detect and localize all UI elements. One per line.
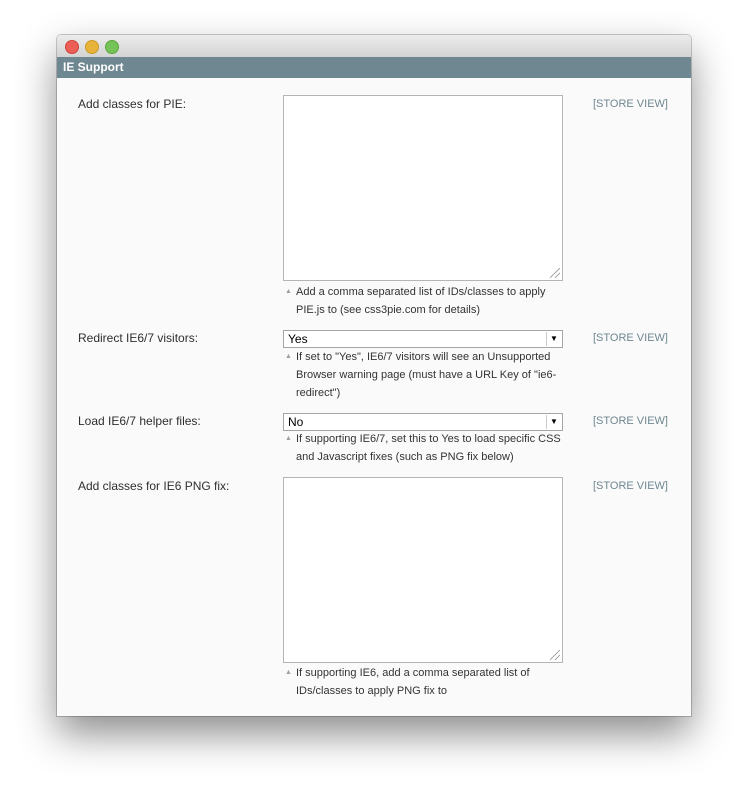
window: IE Support Add classes for PIE: ▲ Add a c…	[57, 35, 691, 716]
zoom-button[interactable]	[105, 40, 119, 54]
note-text: Add a comma separated list of IDs/classe…	[296, 286, 546, 316]
note-text: If supporting IE6/7, set this to Yes to …	[296, 433, 561, 463]
title-bar	[57, 35, 691, 58]
close-button[interactable]	[65, 40, 79, 54]
redirect-label: Redirect IE6/7 visitors:	[78, 331, 199, 345]
helper-files-note: ▲ If supporting IE6/7, set this to Yes to…	[285, 430, 575, 466]
helper-files-label: Load IE6/7 helper files:	[78, 414, 201, 428]
dropdown-arrow-icon[interactable]: ▼	[546, 332, 561, 346]
store-view-scope: [STORE VIEW]	[593, 480, 668, 492]
triangle-icon: ▲	[285, 435, 292, 442]
note-text: If set to "Yes", IE6/7 visitors will see…	[296, 351, 557, 399]
minimize-button[interactable]	[85, 40, 99, 54]
resize-grip-icon[interactable]	[550, 268, 560, 278]
store-view-scope: [STORE VIEW]	[593, 415, 668, 427]
triangle-icon: ▲	[285, 669, 292, 676]
section-header: IE Support	[57, 57, 691, 78]
pie-classes-note: ▲ Add a comma separated list of IDs/class…	[285, 283, 575, 319]
store-view-scope: [STORE VIEW]	[593, 332, 668, 344]
dropdown-arrow-icon[interactable]: ▼	[546, 415, 561, 429]
png-fix-label: Add classes for IE6 PNG fix:	[78, 479, 230, 493]
helper-files-value: No	[288, 415, 304, 429]
png-fix-note: ▲ If supporting IE6, add a comma separate…	[285, 664, 575, 700]
resize-grip-icon[interactable]	[550, 650, 560, 660]
triangle-icon: ▲	[285, 353, 292, 360]
pie-classes-textarea[interactable]	[283, 95, 563, 281]
redirect-note: ▲ If set to "Yes", IE6/7 visitors will se…	[285, 348, 575, 402]
triangle-icon: ▲	[285, 288, 292, 295]
note-text: If supporting IE6, add a comma separated…	[296, 667, 530, 697]
helper-files-select[interactable]: No ▼	[283, 413, 563, 431]
store-view-scope: [STORE VIEW]	[593, 98, 668, 110]
pie-classes-label: Add classes for PIE:	[78, 97, 187, 111]
redirect-value: Yes	[288, 332, 308, 346]
png-fix-textarea[interactable]	[283, 477, 563, 663]
redirect-select[interactable]: Yes ▼	[283, 330, 563, 348]
